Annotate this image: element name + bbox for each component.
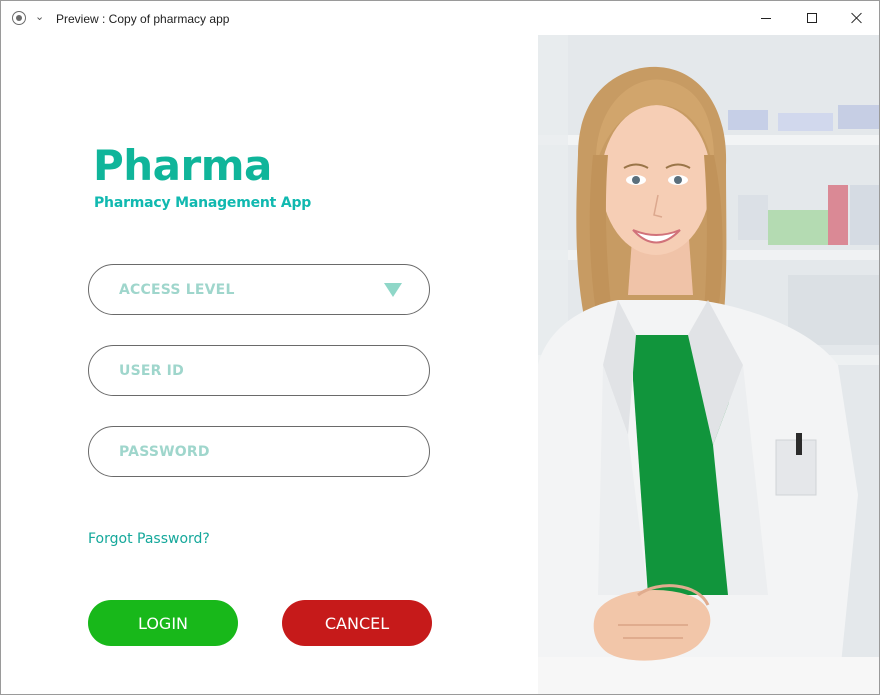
window-title: Preview : Copy of pharmacy app: [56, 12, 230, 26]
access-level-placeholder: ACCESS LEVEL: [119, 282, 235, 298]
triangle-down-icon[interactable]: [384, 283, 402, 297]
title-bar: ⌄ Preview : Copy of pharmacy app: [1, 1, 879, 35]
login-button[interactable]: LOGIN: [88, 600, 238, 646]
password-placeholder: PASSWORD: [119, 444, 210, 460]
user-id-placeholder: USER ID: [119, 363, 184, 379]
access-level-dropdown[interactable]: ACCESS LEVEL: [88, 264, 430, 315]
login-panel: Pharma Pharmacy Management App ACCESS LE…: [1, 35, 538, 694]
chevron-down-icon[interactable]: ⌄: [35, 10, 44, 23]
password-field[interactable]: PASSWORD: [88, 426, 430, 477]
user-id-field[interactable]: USER ID: [88, 345, 430, 396]
record-circle-icon[interactable]: [12, 11, 26, 25]
minimize-button[interactable]: [743, 1, 789, 35]
maximize-button[interactable]: [789, 1, 835, 35]
close-button[interactable]: [834, 1, 879, 35]
close-icon: [851, 12, 863, 24]
maximize-icon: [807, 13, 817, 23]
forgot-password-link[interactable]: Forgot Password?: [88, 531, 210, 547]
brand-title: Pharma: [93, 141, 272, 190]
app-window: ⌄ Preview : Copy of pharmacy app Pharma …: [0, 0, 880, 695]
cancel-button[interactable]: CANCEL: [282, 600, 432, 646]
pharmacist-illustration: [538, 35, 879, 694]
brand-tagline: Pharmacy Management App: [94, 195, 312, 211]
minimize-icon: [761, 17, 771, 19]
pharmacist-photo: [538, 35, 879, 694]
